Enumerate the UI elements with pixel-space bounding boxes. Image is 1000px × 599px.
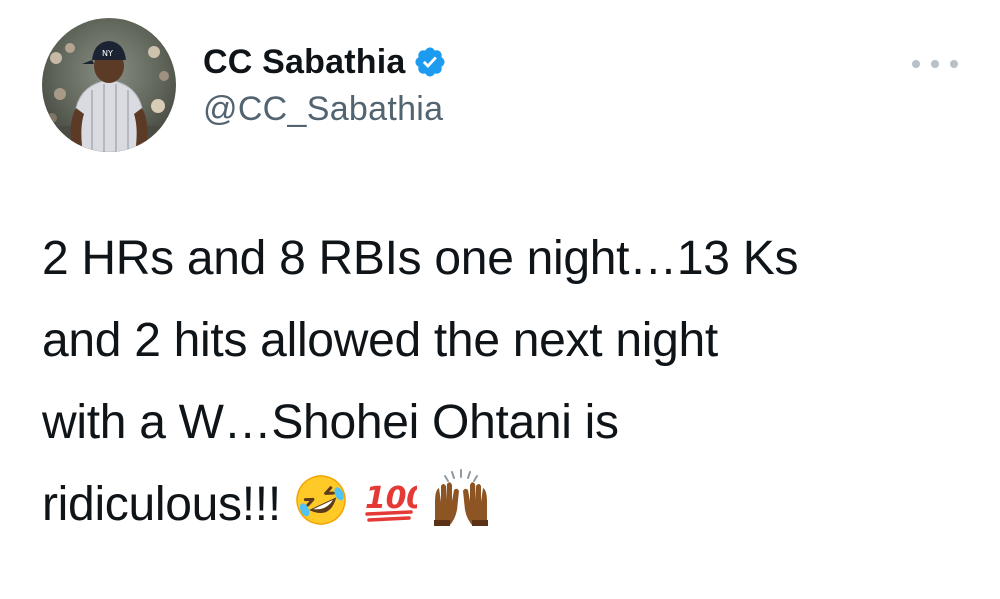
hundred-points-emoji: 100	[361, 472, 417, 528]
more-dots-icon	[950, 60, 958, 68]
tweet-text-line: 2 HRs and 8 RBIs one night…13 Ks	[42, 232, 799, 285]
tweet-card: NY CC Sabathia @CC_Sabathia 2 HRs and 8 …	[0, 0, 1000, 599]
raising-hands-emoji	[429, 468, 493, 528]
author-handle[interactable]: @CC_Sabathia	[203, 90, 447, 129]
tweet-text-line: with a W…Shohei Ohtani is	[42, 396, 619, 449]
tweet-text-line: ridiculous!!!	[42, 478, 281, 531]
tweet-text: 2 HRs and 8 RBIs one night…13 Ks and 2 h…	[42, 218, 942, 546]
tweet-author: CC Sabathia @CC_Sabathia	[203, 40, 447, 129]
tweet-text-line: and 2 hits allowed the next night	[42, 314, 718, 367]
more-dots-icon	[931, 60, 939, 68]
more-dots-icon	[912, 60, 920, 68]
more-options-button[interactable]	[910, 52, 960, 76]
author-name-row: CC Sabathia	[203, 40, 447, 84]
author-display-name[interactable]: CC Sabathia	[203, 43, 405, 82]
tweet-text-last-line: ridiculous!!! 100	[42, 464, 942, 546]
svg-text:NY: NY	[102, 49, 113, 58]
profile-photo-icon: NY	[42, 18, 176, 152]
avatar[interactable]: NY	[42, 18, 176, 152]
verified-badge-icon	[413, 45, 447, 79]
rolling-on-the-floor-laughing-emoji	[293, 472, 349, 528]
